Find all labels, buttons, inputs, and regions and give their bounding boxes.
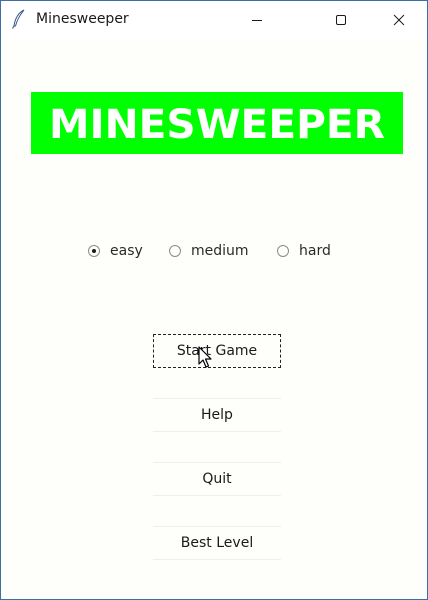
close-button[interactable]: [376, 1, 422, 39]
radio-label-medium: medium: [191, 243, 249, 259]
best-level-button[interactable]: Best Level: [153, 526, 281, 560]
minimize-button[interactable]: [234, 1, 280, 39]
radio-button-unchecked[interactable]: [277, 245, 289, 257]
radio-button-checked[interactable]: [88, 245, 100, 257]
window-title: Minesweeper: [36, 11, 129, 27]
app-window: Minesweeper MINESWEEPER easy medium hard…: [0, 0, 428, 600]
maximize-button[interactable]: [318, 1, 364, 39]
maximize-icon: [335, 11, 347, 30]
radio-label-hard: hard: [299, 243, 331, 259]
title-banner: MINESWEEPER: [31, 92, 403, 154]
radio-medium[interactable]: medium: [169, 239, 249, 263]
radio-easy[interactable]: easy: [88, 239, 143, 263]
difficulty-radio-group: easy medium hard: [1, 239, 427, 263]
radio-label-easy: easy: [110, 243, 143, 259]
banner-title: MINESWEEPER: [49, 102, 385, 148]
radio-hard[interactable]: hard: [277, 239, 331, 263]
minimize-icon: [251, 11, 263, 30]
quit-button[interactable]: Quit: [153, 462, 281, 496]
title-bar[interactable]: Minesweeper: [1, 1, 427, 39]
start-game-button[interactable]: Start Game: [153, 334, 281, 368]
radio-button-unchecked[interactable]: [169, 245, 181, 257]
help-button[interactable]: Help: [153, 398, 281, 432]
feather-icon: [11, 9, 27, 29]
close-icon: [393, 11, 405, 30]
